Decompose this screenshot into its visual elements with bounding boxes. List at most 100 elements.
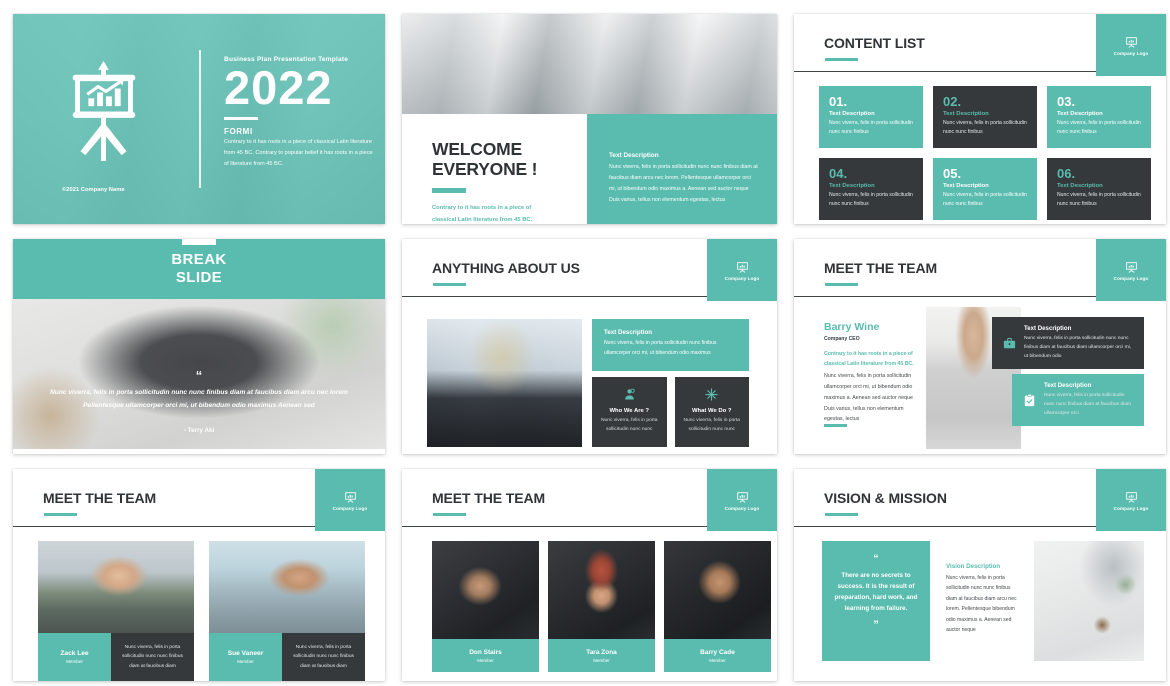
vision-quote-box: “ There are no secrets to success. It is… (822, 541, 930, 661)
member-name: Sue Vaneer (227, 650, 264, 657)
member-desc: Nunc viverra, felis in porta sollicitudi… (282, 633, 365, 681)
about-card-desc: Nunc viverra, felis in porta sollicitudi… (683, 418, 741, 433)
page-title: MEET THE TEAM (432, 490, 546, 506)
company-logo[interactable]: Company Logo (315, 469, 385, 531)
card-number: 06. (1057, 166, 1076, 181)
welcome-title-line2: EVERYONE ! (432, 158, 538, 179)
slide-vision-mission[interactable]: VISION & MISSION Company Logo “ There ar… (794, 469, 1166, 681)
quote-close-icon: ” (873, 618, 879, 631)
cover-vertical-divider (199, 50, 201, 188)
page-title: ANYTHING ABOUT US (432, 260, 580, 276)
team-member-card[interactable]: Don Stairs Member (432, 541, 539, 672)
about-box-body: Nunc viverra, felis in porta sollicitudi… (604, 340, 717, 356)
card-number: 04. (829, 166, 848, 181)
cover-brand: FORMI (224, 127, 253, 137)
member-role: Member (66, 659, 83, 664)
ceo-dark-description-box: Text Description Nunc viverra, felis in … (992, 317, 1144, 369)
team-member-card[interactable]: Tara Zona Member (548, 541, 655, 672)
page-title: MEET THE TEAM (43, 490, 157, 506)
member-name-block: Barry Cade Member (664, 639, 771, 672)
card-number: 02. (943, 94, 962, 109)
title-underline (825, 513, 858, 517)
company-logo-label: Company Logo (724, 275, 760, 281)
member-role: Member (237, 659, 254, 664)
company-logo[interactable]: Company Logo (1096, 14, 1166, 76)
team-member-row: Don Stairs Member Tara Zona Member Barry… (432, 541, 771, 672)
company-logo-label: Company Logo (724, 505, 760, 511)
company-logo-label: Company Logo (1113, 275, 1149, 281)
slide-team-two[interactable]: MEET THE TEAM Company Logo Zack Lee Memb… (13, 469, 385, 681)
ceo-body: Nunc viverra, felis in porta sollicitudi… (824, 373, 913, 423)
team-member-card[interactable]: Zack Lee Member Nunc viverra, felis in p… (38, 541, 194, 681)
ceo-role: Company CEO (824, 336, 860, 342)
member-name-block: Sue Vaneer Member (209, 633, 282, 681)
company-logo[interactable]: Company Logo (707, 469, 777, 531)
ceo-teal-heading: Text Description (1044, 381, 1092, 389)
gear-burst-icon (705, 388, 718, 401)
about-card-desc: Nunc viverra, felis in porta sollicitudi… (600, 418, 658, 433)
company-logo[interactable]: Company Logo (1096, 469, 1166, 531)
break-author: - Terry Aki (183, 427, 215, 434)
content-card[interactable]: 01. Text Description Nunc viverra, felis… (819, 86, 923, 148)
about-box-heading: Text Description (604, 329, 653, 336)
about-team-photo (427, 319, 582, 447)
content-card[interactable]: 02. Text Description Nunc viverra, felis… (933, 86, 1037, 148)
title-underline (825, 58, 858, 62)
content-card[interactable]: 04. Text Description Nunc viverra, felis… (819, 158, 923, 220)
ceo-rule (824, 424, 847, 427)
about-card-heading: Who We Are ? (609, 408, 650, 414)
slide-break[interactable]: BREAK SLIDE “ Nunc viverra, felis in por… (13, 239, 385, 454)
clipboard-check-icon (1024, 393, 1035, 406)
content-card[interactable]: 05. Text Description Nunc viverra, felis… (933, 158, 1037, 220)
title-underline (825, 283, 858, 287)
ceo-dark-desc: Nunc viverra, felis in porta sollicitudi… (1024, 335, 1132, 360)
welcome-box-heading: Text Description (609, 152, 659, 159)
content-card[interactable]: 06. Text Description Nunc viverra, felis… (1047, 158, 1151, 220)
slide-team-three[interactable]: MEET THE TEAM Company Logo Don Stairs Me… (402, 469, 777, 681)
presentation-board-icon (344, 491, 356, 503)
welcome-box-body: Nunc viverra, felis in porta sollicitudi… (609, 164, 758, 203)
member-name-block: Don Stairs Member (432, 639, 539, 672)
company-logo[interactable]: Company Logo (707, 239, 777, 301)
about-card-who-we-are[interactable]: Who We Are ? Nunc viverra, felis in port… (592, 377, 667, 447)
member-role: Member (593, 657, 610, 663)
about-card-what-we-do[interactable]: What We Do ? Nunc viverra, felis in port… (674, 377, 749, 447)
team-member-card[interactable]: Sue Vaneer Member Nunc viverra, felis in… (209, 541, 365, 681)
quote-mark-icon: “ (195, 368, 203, 383)
welcome-office-photo (402, 14, 777, 114)
card-description: Nunc viverra, felis in porta sollicitudi… (829, 192, 913, 208)
team-member-card[interactable]: Barry Cade Member (664, 541, 771, 672)
slide-cover[interactable]: Business Plan Presentation Template 2022… (13, 14, 385, 224)
card-description: Nunc viverra, felis in porta sollicitudi… (1057, 120, 1141, 136)
vision-desc-body: Nunc viverra, felis in porta sollicitudi… (946, 575, 1017, 634)
slide-content-list[interactable]: CONTENT LIST Company Logo 01. Text Descr… (794, 14, 1166, 224)
break-title-line2: SLIDE (175, 269, 223, 286)
slide-team-ceo[interactable]: MEET THE TEAM Company Logo Barry Wine Co… (794, 239, 1166, 454)
team-member-row: Zack Lee Member Nunc viverra, felis in p… (38, 541, 365, 681)
member-photo (432, 541, 539, 639)
member-name-block: Zack Lee Member (38, 633, 111, 681)
welcome-lead: Contrary to it has roots in a piece of c… (432, 205, 533, 223)
presentation-chart-icon (55, 61, 153, 165)
card-number: 05. (943, 166, 962, 181)
content-card-grid: 01. Text Description Nunc viverra, felis… (819, 86, 1151, 220)
member-name: Don Stairs (469, 648, 502, 656)
member-role: Member (709, 657, 726, 663)
slide-deck-grid: Business Plan Presentation Template 2022… (0, 0, 1170, 686)
vision-quote-text: There are no secrets to success. It is t… (834, 571, 918, 613)
presentation-board-icon (736, 261, 748, 273)
presentation-board-icon (1125, 36, 1137, 48)
slide-about-us[interactable]: ANYTHING ABOUT US Company Logo Text Desc… (402, 239, 777, 454)
member-photo (548, 541, 655, 639)
member-photo (209, 541, 365, 633)
company-logo[interactable]: Company Logo (1096, 239, 1166, 301)
card-heading: Text Description (943, 111, 989, 117)
card-description: Nunc viverra, felis in porta sollicitudi… (829, 120, 913, 136)
slide-welcome[interactable]: WELCOME EVERYONE ! Contrary to it has ro… (402, 14, 777, 224)
about-description-box: Text Description Nunc viverra, felis in … (592, 319, 749, 371)
member-photo (38, 541, 194, 633)
content-card[interactable]: 03. Text Description Nunc viverra, felis… (1047, 86, 1151, 148)
member-name: Tara Zona (586, 648, 617, 656)
ceo-lead: Contrary to it has roots in a piece of c… (824, 351, 914, 368)
member-photo (664, 541, 771, 639)
